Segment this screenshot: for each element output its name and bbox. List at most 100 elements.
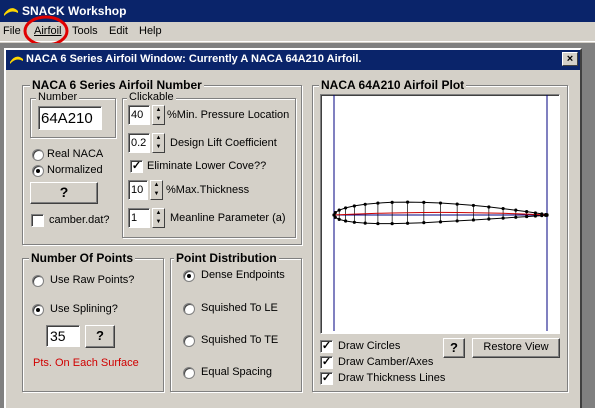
airfoil-point [455,219,459,223]
airfoil-point [545,213,549,217]
raw-points-label: Use Raw Points? [50,274,135,286]
raw-points-radio[interactable] [32,275,44,287]
meanline-input[interactable]: 1 [128,208,150,228]
window-logo-icon [10,56,23,64]
app-title-bar: SNACK Workshop [0,0,595,22]
normalized-radio[interactable] [32,165,44,177]
points-group-title: Number Of Points [29,251,136,265]
airfoil-point [533,211,537,215]
draw-circles-label: Draw Circles [338,340,401,352]
airfoil-point [333,215,337,219]
spin-down-icon[interactable]: ▼ [151,190,162,199]
min-pressure-label: %Min. Pressure Location [167,109,290,121]
airfoil-point [438,201,443,205]
spin-up-icon[interactable]: ▲ [153,209,164,218]
airfoil-point [471,203,476,208]
draw-camber-checkbox[interactable]: ✓ [320,356,333,369]
squished-le-radio[interactable] [183,303,195,315]
dense-endpoints-radio[interactable] [183,270,195,282]
airfoil-point [471,218,476,222]
airfoil-point [390,200,394,204]
airfoil-point [533,214,537,218]
max-thickness-label: %Max.Thickness [166,184,250,196]
spin-down-icon[interactable]: ▼ [153,115,164,124]
draw-circles-checkbox[interactable]: ✓ [320,340,333,353]
eliminate-cove-checkbox[interactable]: ✓ [130,160,143,173]
airfoil-plot [332,95,549,331]
max-thickness-input[interactable]: 10 [128,180,148,200]
airfoil-point [487,217,491,221]
draw-thickness-checkbox[interactable]: ✓ [320,372,333,385]
airfoil-point [337,217,341,221]
splining-radio[interactable] [32,304,44,316]
spin-down-icon[interactable]: ▼ [153,218,164,227]
airfoil-point [540,213,544,218]
airfoil-point [376,201,380,205]
airfoil-point [525,210,529,214]
airfoil-point [455,202,459,206]
airfoil-point [390,221,394,226]
spin-down-icon[interactable]: ▼ [153,143,164,152]
airfoil-point [363,202,367,206]
splining-label: Use Splining? [50,303,118,315]
number-group-title: NACA 6 Series Airfoil Number [30,78,204,92]
min-pressure-spinner[interactable]: ▲ ▼ [152,105,165,125]
distribution-group-title: Point Distribution [174,251,279,265]
airfoil-point [337,208,341,212]
airfoil-point [352,204,356,208]
camber-dat-checkbox[interactable] [31,214,44,227]
airfoil-point [344,206,348,210]
close-button[interactable]: × [562,52,578,66]
airfoil-point [376,221,380,226]
restore-view-button[interactable]: Restore View [472,338,560,358]
airfoil-point [405,221,410,225]
menu-edit[interactable]: Edit [109,25,128,37]
airfoil-plot-canvas[interactable] [320,94,560,334]
airfoil-point [525,214,529,219]
plot-group-title: NACA 64A210 Airfoil Plot [319,78,467,92]
menu-help[interactable]: Help [139,25,162,37]
equal-spacing-label: Equal Spacing [201,366,272,378]
airfoil-point [514,215,518,219]
min-pressure-input[interactable]: 40 [128,105,150,125]
airfoil-point [422,200,426,204]
equal-spacing-radio[interactable] [183,367,195,379]
spin-up-icon[interactable]: ▲ [151,181,162,190]
points-note: Pts. On Each Surface [33,357,139,369]
window-title-bar: NACA 6 Series Airfoil Window: Currently … [6,50,580,70]
meanline-spinner[interactable]: ▲ ▼ [152,208,165,228]
point-count-input[interactable]: 35 [46,325,80,347]
number-help-button[interactable]: ? [30,182,98,204]
airfoil-point [344,219,348,223]
squished-te-label: Squished To TE [201,334,279,346]
draw-camber-label: Draw Camber/Axes [338,356,434,368]
points-help-button[interactable]: ? [85,325,115,348]
airfoil-point [501,216,505,220]
airfoil-point [438,220,443,224]
airfoil-point [501,206,505,211]
airfoil-point [352,220,356,224]
normalized-label: Normalized [47,164,103,176]
design-lift-spinner[interactable]: ▲ ▼ [152,133,165,153]
menu-tools[interactable]: Tools [72,25,98,37]
squished-le-label: Squished To LE [201,302,278,314]
number-input[interactable]: 64A210 [38,106,102,130]
airfoil-point [363,221,367,225]
plot-help-button[interactable]: ? [443,338,465,358]
eliminate-cove-label: Eliminate Lower Cove?? [147,160,267,172]
meanline-label: Meanline Parameter (a) [170,212,286,224]
squished-te-radio[interactable] [183,335,195,347]
real-naca-radio[interactable] [32,149,44,161]
camber-dat-label: camber.dat? [49,214,110,226]
spin-up-icon[interactable]: ▲ [153,106,164,115]
airfoil-point [422,221,426,225]
design-lift-input[interactable]: 0.2 [128,133,150,153]
airfoil-point [487,205,491,209]
max-thickness-spinner[interactable]: ▲ ▼ [150,180,163,200]
draw-thickness-label: Draw Thickness Lines [338,372,446,384]
design-lift-label: Design Lift Coefficient [170,137,277,149]
spin-up-icon[interactable]: ▲ [153,134,164,143]
menu-file[interactable]: File [3,25,21,37]
airfoil-point [514,208,518,212]
clickable-label: Clickable [127,91,176,103]
